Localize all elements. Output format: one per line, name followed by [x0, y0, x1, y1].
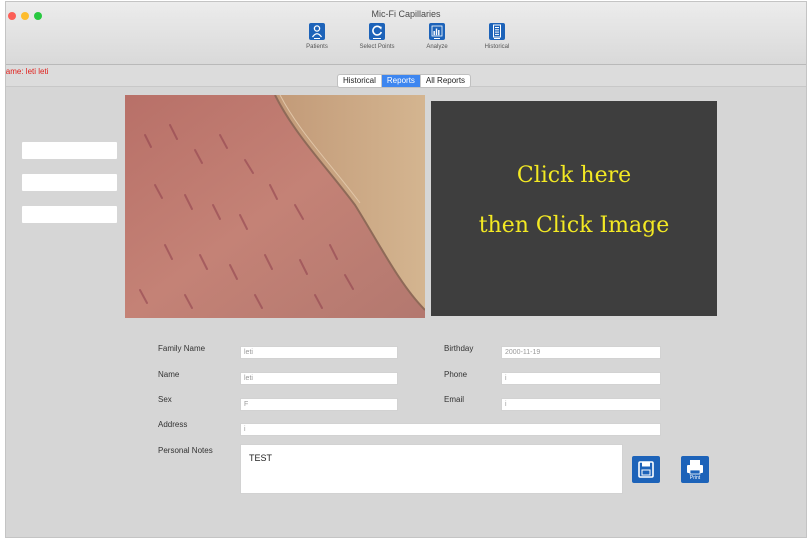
print-button[interactable]: Print	[681, 456, 709, 483]
floppy-disk-icon	[638, 461, 654, 478]
phone-field[interactable]: i	[501, 372, 661, 385]
save-button[interactable]	[632, 456, 660, 483]
capillary-image[interactable]	[125, 95, 425, 318]
tab-all-reports[interactable]: All Reports	[421, 75, 470, 87]
name-label: Name	[158, 370, 180, 379]
window-title: Mic-Fi Capillaries	[371, 9, 441, 19]
toolbar-historical-label: Historical	[484, 44, 510, 50]
toolbar-analyze-button[interactable]: Analyze	[407, 23, 467, 50]
birthday-field[interactable]: 2000-11-19	[501, 346, 661, 359]
toolbar-patients-button[interactable]: Patients	[287, 23, 347, 50]
side-field-1[interactable]	[22, 142, 117, 159]
click-here-text: Click here	[516, 163, 632, 188]
refresh-icon	[369, 23, 385, 40]
email-field[interactable]: i	[501, 398, 661, 411]
toolbar-patients-label: Patients	[306, 44, 328, 50]
toolbar-select-points-button[interactable]: Select Points	[347, 23, 407, 50]
app-window: Mic-Fi Capillaries Patients Select Point…	[6, 2, 806, 537]
family-name-field[interactable]: leti	[240, 346, 398, 359]
person-icon	[309, 23, 325, 40]
address-label: Address	[158, 420, 188, 429]
side-field-2[interactable]	[22, 174, 117, 191]
patient-name-label: Name: leti leti	[6, 67, 49, 76]
tab-historical[interactable]: Historical	[338, 75, 382, 87]
personal-notes-field[interactable]: TEST	[240, 444, 623, 494]
family-name-label: Family Name	[158, 344, 206, 353]
sex-label: Sex	[158, 395, 172, 404]
toolbar-analyze-label: Analyze	[426, 44, 448, 50]
click-image-panel[interactable]: Click here then Click Image	[431, 101, 717, 316]
print-label: Print	[689, 475, 701, 481]
address-field[interactable]: i	[240, 423, 661, 436]
sex-field[interactable]: F	[240, 398, 398, 411]
birthday-label: Birthday	[444, 344, 474, 353]
list-icon	[489, 23, 505, 40]
tab-reports[interactable]: Reports	[381, 75, 421, 87]
toolbar-select-points-label: Select Points	[359, 44, 395, 50]
then-click-image-text: then Click Image	[478, 213, 670, 238]
toolbar-historical-button[interactable]: Historical	[467, 23, 527, 50]
phone-label: Phone	[444, 370, 468, 379]
bar-chart-icon	[429, 23, 445, 40]
view-tabs: Historical Reports All Reports	[337, 74, 472, 88]
side-field-3[interactable]	[22, 206, 117, 223]
personal-notes-label: Personal Notes	[158, 446, 213, 455]
title-bar: Mic-Fi Capillaries Patients Select Point…	[6, 2, 806, 65]
email-label: Email	[444, 395, 465, 404]
name-field[interactable]: leti	[240, 372, 398, 385]
